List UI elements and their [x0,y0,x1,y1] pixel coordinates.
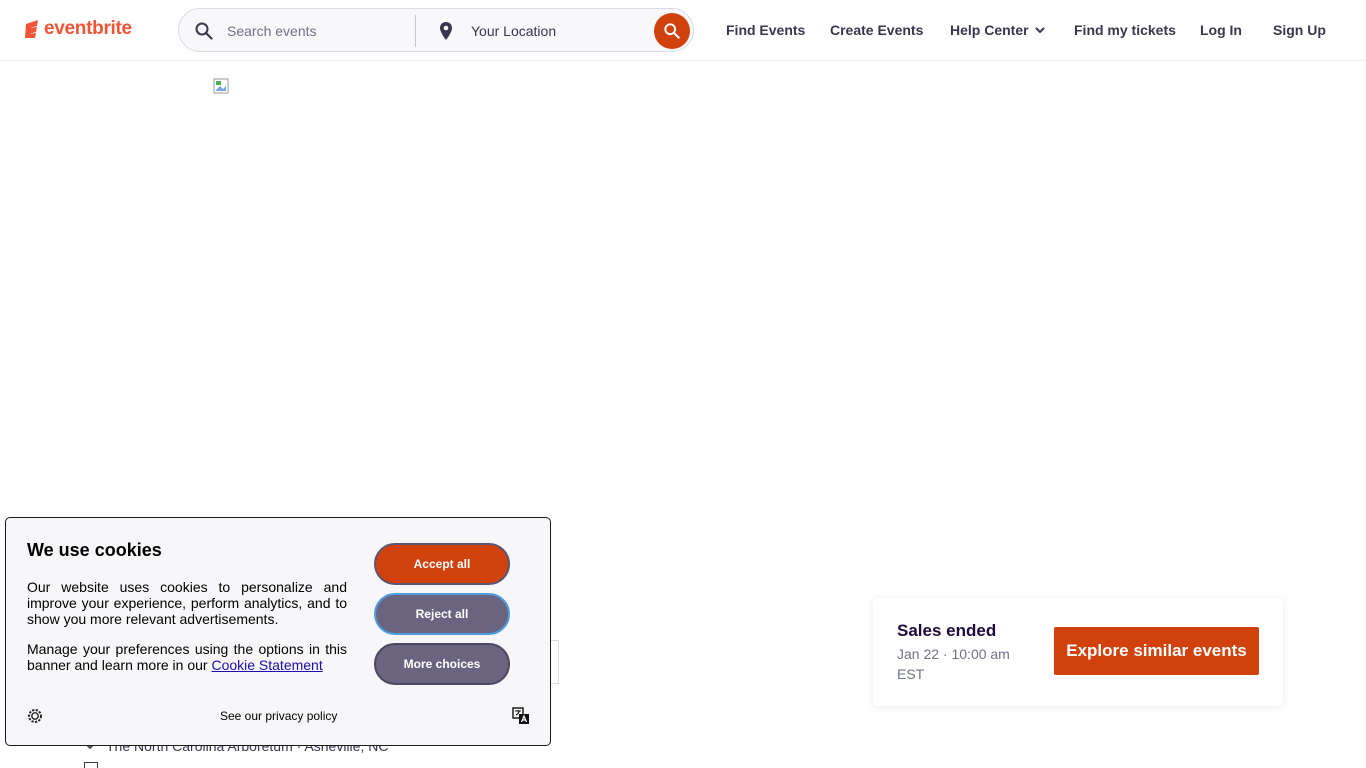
location-input[interactable] [471,21,641,41]
logo-text: eventbrite [44,18,132,39]
eventbrite-logo-icon [25,20,38,38]
accept-all-button[interactable]: Accept all [374,543,510,585]
cookie-manage-text: Manage your preferences using the option… [27,641,347,673]
chevron-down-icon [1034,26,1045,33]
nav-create-events-link[interactable]: Create Events [830,22,923,38]
more-choices-button[interactable]: More choices [374,643,510,685]
cookie-banner: We use cookies Our website uses cookies … [5,517,551,746]
nav-find-events[interactable]: Find Events [726,0,805,60]
search-icon [664,23,680,39]
nav-log-in-link[interactable]: Log In [1200,22,1242,38]
translate-icon[interactable] [512,707,530,725]
nav-find-tickets-link[interactable]: Find my tickets [1074,22,1176,38]
nav-create-events[interactable]: Create Events [830,0,923,60]
reject-all-button[interactable]: Reject all [374,593,510,635]
search-bar [178,8,694,52]
search-submit-button[interactable] [654,13,690,49]
sales-card: Sales ended Jan 22 · 10:00 am EST Explor… [873,598,1283,706]
nav-find-events-link[interactable]: Find Events [726,22,805,38]
calendar-icon [84,762,98,768]
nav-help-center[interactable]: Help Center [950,0,1045,60]
cookie-statement-link[interactable]: Cookie Statement [211,657,322,673]
sales-end-date: Jan 22 · 10:00 am EST [897,646,1010,682]
cookie-title: We use cookies [27,540,162,560]
cookie-description: Our website uses cookies to personalize … [27,579,347,627]
search-icon [195,22,213,40]
location-pin-icon [440,22,452,40]
search-events-input[interactable] [227,21,407,41]
eventbrite-logo[interactable]: eventbrite [24,17,132,41]
site-header: eventbrite Find Events Create Events Hel… [0,0,1366,61]
explore-similar-events-button[interactable]: Explore similar events [1054,627,1259,675]
nav-sign-up-link[interactable]: Sign Up [1273,22,1326,38]
gear-icon[interactable] [27,708,43,724]
nav-sign-up[interactable]: Sign Up [1273,0,1326,60]
nav-log-in[interactable]: Log In [1200,0,1242,60]
sales-status: Sales ended [897,621,997,640]
search-divider [415,15,416,47]
broken-image-icon [213,78,229,94]
nav-help-center-link[interactable]: Help Center [950,22,1029,38]
privacy-policy-link[interactable]: See our privacy policy [220,709,337,723]
nav-find-tickets[interactable]: Find my tickets [1074,0,1176,60]
